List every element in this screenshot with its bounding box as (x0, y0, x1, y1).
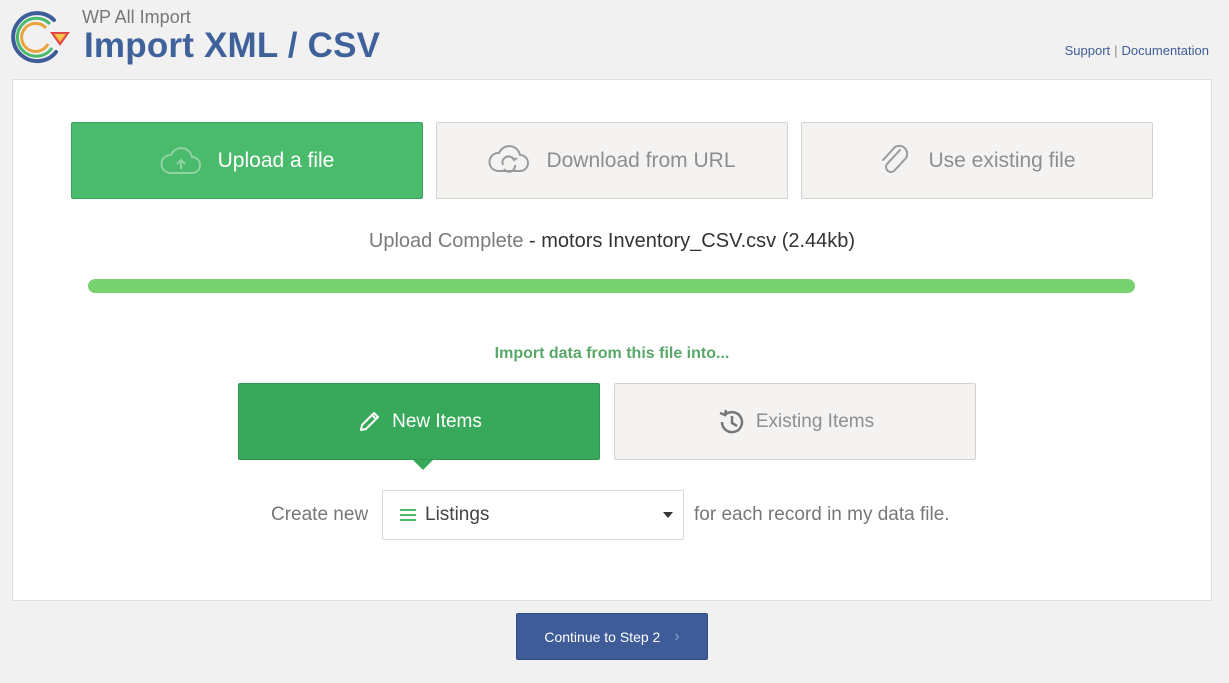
link-separator: | (1114, 43, 1118, 58)
download-url-button[interactable]: Download from URL (436, 122, 788, 199)
upload-status-label: Upload Complete (368, 230, 524, 252)
upload-progress-fill (88, 279, 1135, 293)
import-into-heading: Import data from this file into... (494, 345, 730, 362)
for-each-record-label: for each record in my data file. (694, 504, 950, 525)
upload-file-button[interactable]: Upload a file (71, 122, 423, 199)
existing-items-button[interactable]: Existing Items (614, 383, 976, 460)
import-panel: Upload a file Download from URL Use exis… (12, 79, 1212, 601)
support-link[interactable]: Support (1065, 43, 1111, 58)
new-items-button[interactable]: New Items (238, 383, 600, 460)
chevron-down-icon (663, 512, 673, 518)
cloud-sync-icon (488, 144, 530, 173)
upload-status: Upload Complete - motors Inventory_CSV.c… (13, 230, 1211, 253)
page-header: WP All Import Import XML / CSV Support | D… (0, 0, 1229, 80)
page-title: Import XML / CSV (84, 26, 381, 65)
use-existing-file-label: Use existing file (928, 148, 1076, 172)
history-icon (719, 409, 744, 433)
use-existing-file-button[interactable]: Use existing file (801, 122, 1153, 199)
paperclip-icon (882, 144, 909, 173)
post-type-select[interactable]: Listings (382, 490, 684, 540)
create-new-row: Create new Listings for each record in m… (13, 490, 1211, 540)
upload-progress-bar (88, 279, 1135, 293)
post-type-value: Listings (425, 504, 490, 525)
wp-all-import-logo-icon (11, 11, 70, 64)
upload-file-label: Upload a file (217, 148, 335, 172)
uploaded-file-info: - motors Inventory_CSV.csv (2.44kb) (523, 230, 856, 252)
cloud-upload-icon (160, 146, 201, 174)
new-items-label: New Items (392, 410, 482, 432)
continue-label: Continue to Step 2 (544, 628, 661, 645)
documentation-link[interactable]: Documentation (1122, 43, 1209, 58)
download-url-label: Download from URL (546, 148, 736, 172)
continue-step-2-button[interactable]: Continue to Step 2 › (516, 613, 708, 660)
existing-items-label: Existing Items (755, 410, 875, 432)
pencil-icon (360, 411, 380, 431)
chevron-right-icon: › (674, 627, 680, 645)
header-links: Support | Documentation (1065, 43, 1209, 58)
app-subtitle: WP All Import (82, 7, 191, 27)
list-icon (400, 509, 416, 521)
selected-caret (413, 460, 433, 470)
create-new-label: Create new (271, 504, 369, 525)
